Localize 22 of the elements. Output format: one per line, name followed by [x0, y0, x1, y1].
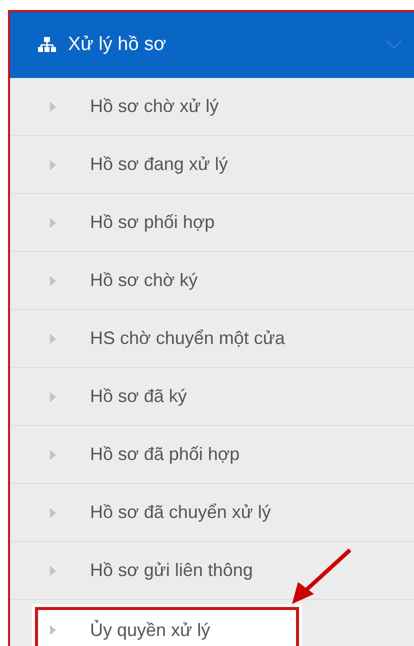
- menu-item[interactable]: Hồ sơ chờ ký: [10, 252, 414, 310]
- triangle-icon: [50, 566, 56, 576]
- menu-item[interactable]: Hồ sơ phối hợp: [10, 194, 414, 252]
- menu-item[interactable]: Hồ sơ đang xử lý: [10, 136, 414, 194]
- triangle-icon: [50, 102, 56, 112]
- triangle-icon: [50, 450, 56, 460]
- sitemap-icon: [38, 37, 56, 53]
- menu-item[interactable]: Ủy quyền xử lý: [32, 604, 302, 646]
- triangle-icon: [50, 625, 56, 635]
- menu-item[interactable]: Hồ sơ đã phối hợp: [10, 426, 414, 484]
- menu-item[interactable]: HS chờ chuyển một cửa: [10, 310, 414, 368]
- menu-header[interactable]: Xử lý hồ sơ: [10, 12, 414, 78]
- triangle-icon: [50, 218, 56, 228]
- triangle-icon: [50, 392, 56, 402]
- triangle-icon: [50, 334, 56, 344]
- menu-item[interactable]: Hồ sơ chờ xử lý: [10, 78, 414, 136]
- menu-item[interactable]: Hồ sơ đã chuyển xử lý: [10, 484, 414, 542]
- triangle-icon: [50, 160, 56, 170]
- menu-item[interactable]: Hồ sơ đã ký: [10, 368, 414, 426]
- menu-title: Xử lý hồ sơ: [68, 34, 168, 56]
- triangle-icon: [50, 276, 56, 286]
- triangle-icon: [50, 508, 56, 518]
